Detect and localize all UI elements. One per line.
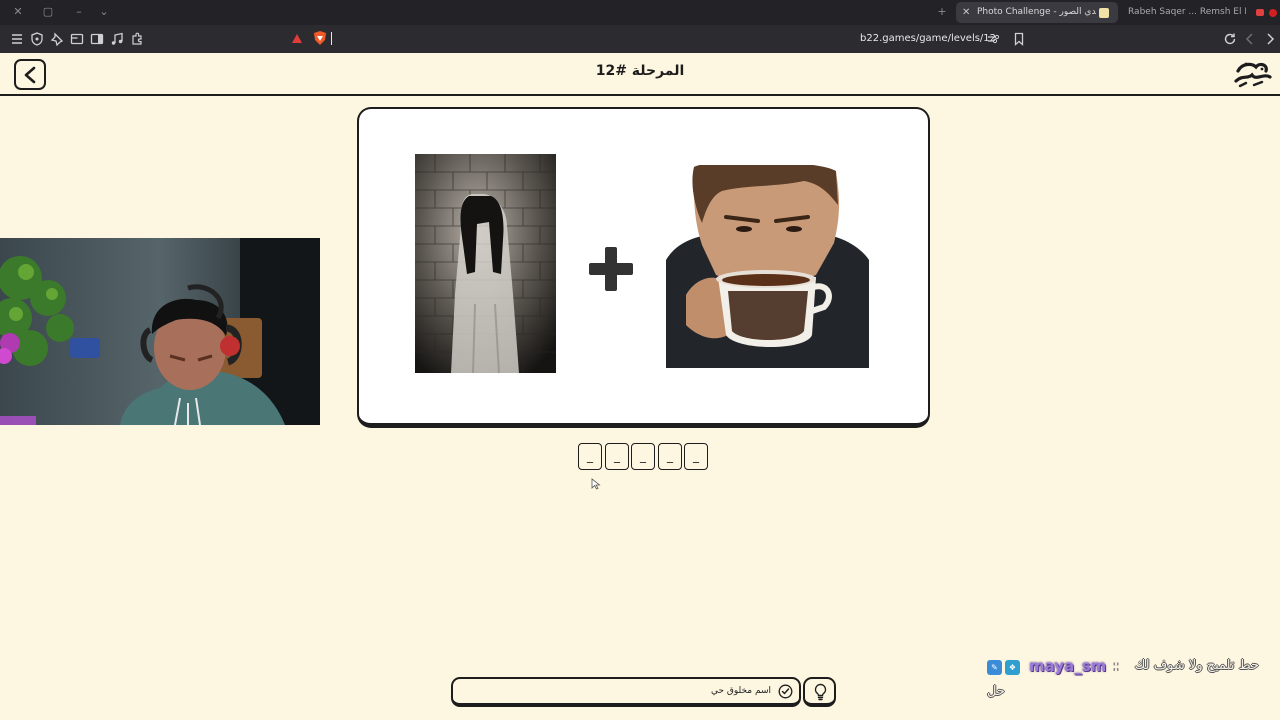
answer-slot[interactable]: _ [684,443,708,470]
coffee-man-photo [666,165,869,368]
chevron-left-icon [24,66,36,84]
close-tab-icon[interactable]: ✕ [962,2,970,23]
bookmark-icon[interactable] [1011,31,1027,47]
extensions-icon[interactable] [129,31,145,47]
subscriber-badge-icon: ❖ [1005,660,1020,675]
page-header: المرحلة #12 [0,53,1280,96]
site-settings-icon[interactable] [985,31,1001,47]
photo-challenge-logo[interactable] [1232,59,1272,89]
ghost-photo [415,154,556,373]
address-bar[interactable]: b22.games/game/levels/12 [860,31,996,47]
shield-icon[interactable] [29,31,45,47]
forward-nav-icon[interactable] [1262,31,1278,47]
brave-shield-icon[interactable] [312,30,328,46]
vip-badge-icon: ✎ [987,660,1002,675]
minimize-window-icon[interactable]: – [71,4,87,20]
new-tab-icon[interactable]: + [934,4,950,20]
browser-toolbar: b22.games/game/levels/12 [0,25,1280,53]
tab-title: Photo Challenge - لعبة تحدي الصور [977,7,1096,17]
menu-icon[interactable] [9,31,25,47]
chat-badges: ✎ ❖ [987,659,1027,675]
back-button[interactable] [14,59,46,90]
tab-favicon [1269,9,1277,17]
sidebar-icon[interactable] [89,31,105,47]
streamer-webcam [0,238,320,425]
chevron-down-icon[interactable]: ⌄ [96,4,112,20]
tab-rabeh-saqer[interactable]: Rabeh Saqer ... Remsh El Maha | ... [1120,2,1280,23]
music-icon[interactable] [109,31,125,47]
plus-icon [589,247,633,291]
check-circle-icon [778,684,793,699]
reload-icon[interactable] [1222,31,1238,47]
answer-slot[interactable]: _ [578,443,602,470]
tab-favicon [1099,8,1109,18]
hint-bar[interactable]: اسم مخلوق حي [451,677,801,707]
media-playing-icon [1256,9,1264,16]
back-nav-icon[interactable] [1242,31,1258,47]
chat-username: maya_sm [1029,657,1107,675]
chat-message: حط تلميح ولا شوف لك [1134,658,1259,673]
pin-icon[interactable] [49,31,65,47]
browser-tab-bar: ✕ ▢ – ⌄ + ✕ Photo Challenge - لعبة تحدي … [0,0,1280,25]
mouse-cursor [591,478,601,490]
tab-manager-icon[interactable] [69,31,85,47]
lightbulb-icon [814,683,827,701]
answer-slot[interactable]: _ [605,443,629,470]
stream-chat-message: ✎ ❖ maya_sm : حط تلميح ولا شوف لك حل [987,657,1277,705]
restore-window-icon[interactable]: ▢ [40,4,56,20]
answer-slot[interactable]: _ [658,443,682,470]
answer-slot[interactable]: _ [631,443,655,470]
chat-separator: : [1113,657,1119,675]
text-caret [331,32,332,45]
hint-text: اسم مخلوق حي [710,686,771,696]
tab-photo-challenge[interactable]: ✕ Photo Challenge - لعبة تحدي الصور [956,2,1118,23]
level-title: المرحلة #12 [595,63,685,79]
close-window-icon[interactable]: ✕ [10,4,26,20]
chat-message-continuation: حل [987,684,1005,699]
tab-title: Rabeh Saqer ... Remsh El Maha | ... [1128,7,1246,17]
hint-bulb-button[interactable] [803,677,836,707]
warning-extension-icon[interactable] [290,31,304,47]
puzzle-card [357,107,930,428]
